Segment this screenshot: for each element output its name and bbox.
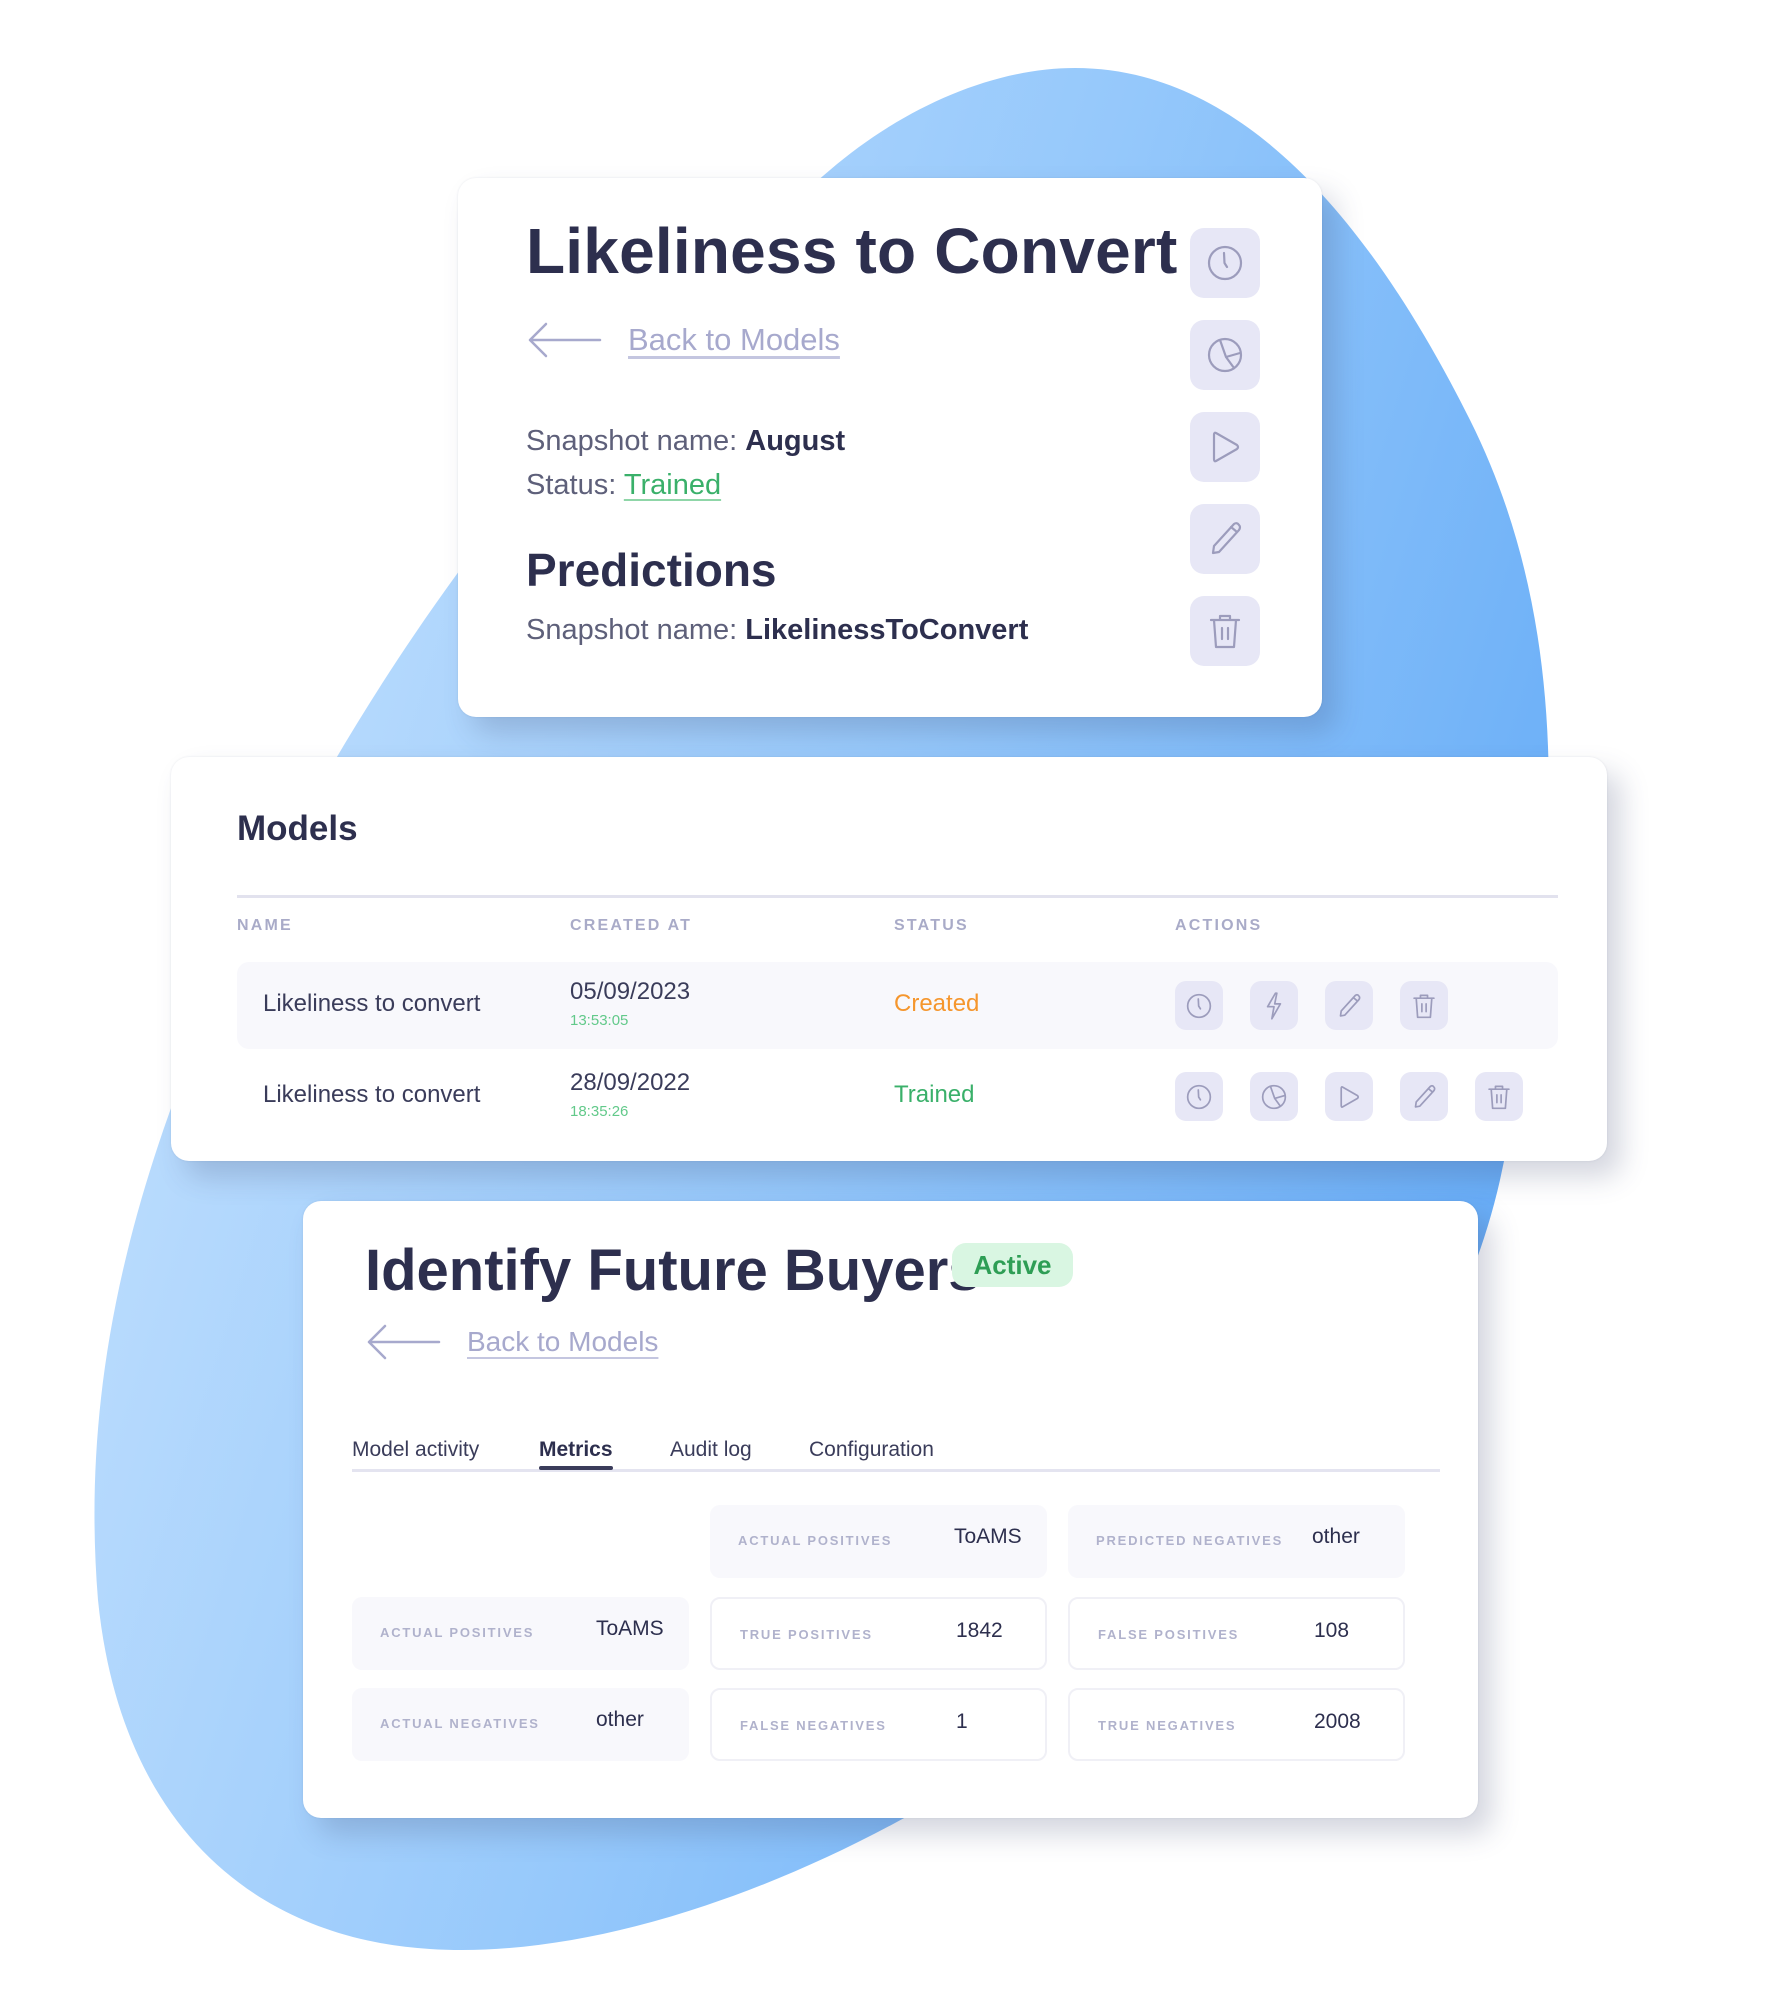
metric-value: other: [1312, 1525, 1360, 1548]
created-date: 05/09/2023: [570, 978, 691, 1005]
row-actions: [1175, 1072, 1523, 1121]
back-to-models-link[interactable]: Back to Models: [365, 1322, 658, 1362]
table-row[interactable]: Likeliness to convert 28/09/2022 18:35:2…: [237, 1053, 1558, 1140]
tab-configuration[interactable]: Configuration: [809, 1438, 934, 1462]
metric-cell: ACTUAL POSITIVES ToAMS: [352, 1597, 689, 1670]
status-badge: Trained: [894, 1081, 975, 1108]
column-header-actions: ACTIONS: [1175, 917, 1263, 934]
metric-value: ToAMS: [596, 1617, 664, 1640]
status-value-link[interactable]: Trained: [624, 469, 721, 501]
metrics-button[interactable]: [1250, 1072, 1298, 1121]
edit-button[interactable]: [1400, 1072, 1448, 1121]
trash-icon: [1413, 994, 1435, 1018]
arrow-left-icon: [528, 322, 602, 358]
clock-icon: [1207, 245, 1243, 281]
created-time: 18:35:26: [570, 1103, 629, 1120]
lightning-icon: [1266, 991, 1282, 1020]
pie-chart-icon: [1261, 1084, 1287, 1109]
pencil-icon: [1339, 993, 1361, 1017]
column-header-created-at[interactable]: CREATED AT: [570, 917, 692, 935]
column-header-status[interactable]: STATUS: [894, 917, 969, 935]
run-button[interactable]: [1325, 1072, 1373, 1121]
delete-button[interactable]: [1400, 981, 1448, 1030]
status-row: Status: Trained: [526, 469, 721, 502]
models-heading: Models: [237, 809, 358, 848]
status-label: Status:: [526, 469, 617, 501]
column-header-name[interactable]: NAME: [237, 917, 293, 935]
model-name[interactable]: Likeliness to convert: [263, 1081, 480, 1109]
metric-cell: PREDICTED NEGATIVES other: [1068, 1505, 1405, 1578]
metric-label: ACTUAL POSITIVES: [380, 1625, 535, 1640]
table-row[interactable]: Likeliness to convert 05/09/2023 13:53:0…: [237, 962, 1558, 1049]
history-button[interactable]: [1175, 981, 1223, 1030]
pencil-icon: [1414, 1084, 1436, 1108]
play-icon: [1340, 1085, 1360, 1108]
metric-cell: TRUE NEGATIVES 2008: [1068, 1688, 1405, 1761]
back-to-models-link[interactable]: Back to Models: [526, 320, 840, 360]
pie-chart-icon: [1207, 337, 1243, 373]
predictions-snapshot-label: Snapshot name:: [526, 614, 738, 646]
metric-value: 1842: [956, 1619, 1003, 1642]
model-name[interactable]: Likeliness to convert: [263, 990, 480, 1018]
delete-button[interactable]: [1475, 1072, 1523, 1121]
train-button[interactable]: [1250, 981, 1298, 1030]
pencil-icon: [1211, 522, 1242, 555]
created-date: 28/09/2022: [570, 1069, 691, 1096]
created-time: 13:53:05: [570, 1012, 629, 1029]
metrics-button[interactable]: [1190, 320, 1260, 390]
arrow-left-icon: [367, 1324, 441, 1360]
metric-value: other: [596, 1708, 644, 1731]
edit-button[interactable]: [1190, 504, 1260, 574]
active-status-badge: Active: [952, 1243, 1073, 1287]
edit-button[interactable]: [1325, 981, 1373, 1030]
run-button[interactable]: [1190, 412, 1260, 482]
tab-bar: Model activity Metrics Audit log Configu…: [352, 1438, 1440, 1472]
metric-label: FALSE POSITIVES: [1098, 1627, 1240, 1642]
metric-cell: FALSE NEGATIVES 1: [710, 1688, 1047, 1761]
tab-audit-log[interactable]: Audit log: [670, 1438, 752, 1462]
clock-icon: [1186, 1084, 1212, 1109]
history-button[interactable]: [1190, 228, 1260, 298]
model-detail-card: Likeliness to Convert Back to Models Sna…: [458, 178, 1322, 717]
status-badge: Created: [894, 990, 980, 1017]
predictions-snapshot-value: LikelinessToConvert: [745, 614, 1029, 646]
tab-model-activity[interactable]: Model activity: [352, 1438, 479, 1462]
metric-label: TRUE NEGATIVES: [1098, 1718, 1237, 1733]
metric-cell: ACTUAL POSITIVES ToAMS: [710, 1505, 1047, 1578]
delete-button[interactable]: [1190, 596, 1260, 666]
snapshot-label: Snapshot name:: [526, 425, 738, 457]
predictions-snapshot-row: Snapshot name: LikelinessToConvert: [526, 614, 1028, 647]
metric-value: 108: [1314, 1619, 1350, 1642]
metric-value: ToAMS: [954, 1525, 1022, 1548]
metric-label: TRUE POSITIVES: [740, 1627, 873, 1642]
tab-metrics[interactable]: Metrics: [539, 1438, 613, 1470]
snapshot-value: August: [745, 425, 846, 457]
metric-value: 2008: [1314, 1710, 1361, 1733]
back-link-label: Back to Models: [467, 1326, 659, 1357]
model-metrics-card: Identify Future Buyers Active Back to Mo…: [303, 1201, 1478, 1818]
snapshot-name-row: Snapshot name: August: [526, 425, 845, 458]
history-button[interactable]: [1175, 1072, 1223, 1121]
metric-label: ACTUAL POSITIVES: [738, 1533, 893, 1548]
metric-label: FALSE NEGATIVES: [740, 1718, 887, 1733]
metric-value: 1: [956, 1710, 968, 1733]
row-actions: [1175, 981, 1448, 1030]
trash-icon: [1209, 614, 1241, 649]
metric-cell: TRUE POSITIVES 1842: [710, 1597, 1047, 1670]
model-title: Identify Future Buyers: [365, 1238, 981, 1303]
header-divider: [237, 895, 1558, 898]
predictions-heading: Predictions: [526, 544, 777, 596]
trash-icon: [1488, 1085, 1510, 1109]
models-table-card: Models NAME CREATED AT STATUS ACTIONS Li…: [171, 757, 1607, 1161]
clock-icon: [1186, 993, 1212, 1018]
model-title: Likeliness to Convert: [526, 215, 1178, 287]
metric-cell: FALSE POSITIVES 108: [1068, 1597, 1405, 1670]
metric-cell: ACTUAL NEGATIVES other: [352, 1688, 689, 1761]
metric-label: ACTUAL NEGATIVES: [380, 1716, 540, 1731]
play-icon: [1212, 431, 1240, 463]
metric-label: PREDICTED NEGATIVES: [1096, 1533, 1284, 1548]
back-link-label: Back to Models: [628, 322, 840, 357]
side-action-bar: [1190, 228, 1260, 666]
